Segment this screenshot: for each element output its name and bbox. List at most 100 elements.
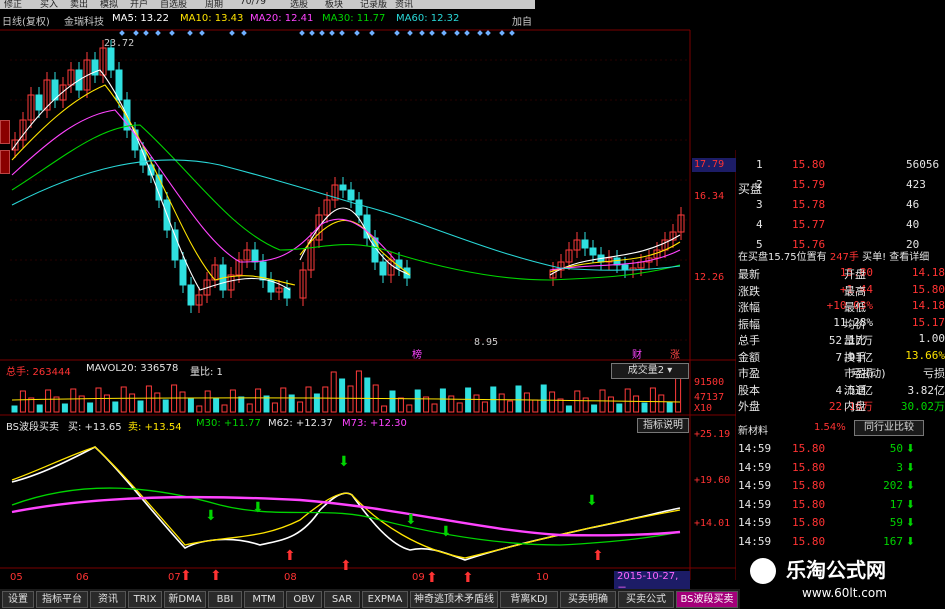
tab-9[interactable]: EXPMA [362,591,408,608]
stat-label: 最高 [844,284,866,298]
tick-row: 14:59 15.80 59 ⬇ [736,516,945,532]
arrow-down-icon: ⬇ [905,497,915,511]
sector-name[interactable]: 新材料 [738,422,768,437]
arrow-down-icon: ⬇ [338,454,350,470]
x-tick: 10 [536,572,549,583]
signal-diamond [419,30,425,36]
signal-diamond [299,30,305,36]
tab-2[interactable]: 资讯 [90,591,126,608]
price-axis-label: 12.26 [694,272,725,283]
signal-diamond [509,30,515,36]
volume-bar [271,402,278,413]
tab-8[interactable]: SAR [324,591,360,608]
marker-cai[interactable]: 财 [632,346,642,361]
volume-axis-label: 47137 [694,392,725,403]
tick-volume: 3 [896,460,903,474]
signal-diamond [485,30,491,36]
marker-zhang[interactable]: 涨 [670,346,680,361]
volume-bar [540,384,547,413]
indicator-buy: 买: +13.65 [68,422,122,433]
volume-bar [229,389,236,413]
tab-11[interactable]: 背离KDJ [500,591,558,608]
volume-bar [473,394,480,413]
tick-time: 14:59 [738,497,772,511]
notice-text[interactable]: 在买盘15.75位置有 247手 买单! 查看详细 [738,248,929,263]
volume-bar [137,400,144,413]
volume-bar [145,385,152,413]
stat-label: 股本 [738,383,760,397]
candle-body [379,261,387,276]
tab-4[interactable]: 新DMA [164,591,206,608]
indicator-header: BS波段买卖 买: +13.65 卖: +13.54 M30: +11.77 M… [0,418,610,433]
arrow-up-icon: ⬆ [592,548,604,564]
arrow-down-icon: ⬇ [905,516,915,529]
high-price-label: 23.72 [104,38,135,49]
watermark-title: 乐淘公式网 [786,558,886,582]
indicator-help-button[interactable]: 指标说明 [637,418,689,433]
signal-diamond [319,30,325,36]
signal-diamond [169,30,175,36]
tick-time: 14:59 [738,534,772,548]
tab-3[interactable]: TRIX [128,591,162,608]
candle-body [251,249,259,263]
tick-time: 14:59 [738,516,772,529]
volume-bar [582,397,589,413]
stat-label: 最低 [844,301,866,314]
tab-10[interactable]: 神奇逃顶术矛盾线 [410,591,498,608]
tab-1[interactable]: 指标平台 [36,591,88,608]
volume-bar [162,399,169,413]
volume-bar [305,386,312,413]
stat-label: 开盘 [844,268,866,281]
stat-value: 14.18 [911,299,945,312]
bid-volume: 56056 [906,158,940,171]
x-tick: 09 [412,572,425,583]
marker-bang[interactable]: 榜 [412,346,422,361]
bid-level: 2 [756,178,763,191]
volume-bar [313,393,320,413]
bid-level: 3 [756,198,763,211]
volume-bar [364,377,371,413]
tab-0[interactable]: 设置 [2,591,34,608]
tab-12[interactable]: 买卖明确 [560,591,616,608]
tick-row: 14:59 15.80 17 ⬇ [736,498,945,514]
sector-compare-button[interactable]: 同行业比较 [854,420,924,436]
bottom-tab-bar: 设置 指标平台 资讯 TRIX 新DMA BBI MTM OBV SAR EXPMA 神奇逃顶术矛盾… [0,589,740,609]
candle-body [581,239,589,249]
volume-bar [565,405,572,413]
tab-5[interactable]: BBI [208,591,242,608]
volume-bar [431,403,438,413]
stat-label: 流通 [844,383,866,397]
volume-bars [11,370,682,413]
volume-bar [557,398,564,413]
volume-bar [406,404,413,413]
volume-bar [591,404,598,413]
candle-body [589,247,597,256]
volume-bar [675,376,682,413]
tab-14[interactable]: BS波段买卖 [676,591,738,608]
signal-diamond [155,30,161,36]
volume-bar [549,391,556,413]
signal-diamond [454,30,460,36]
signal-diamond [119,30,125,36]
volume-dropdown[interactable]: 成交量2 ▾ [611,363,689,379]
volume-bar [456,402,463,413]
tab-6[interactable]: MTM [244,591,284,608]
stat-value: 3.82亿 [907,383,945,397]
volume-bar [204,390,211,413]
tab-13[interactable]: 买卖公式 [618,591,674,608]
tab-7[interactable]: OBV [286,591,322,608]
signal-diamond [394,30,400,36]
volume-bar [624,388,631,413]
stat-value: 14.18 [911,266,945,279]
stat-label: 内盘 [844,400,866,413]
candle-body [621,264,629,271]
volume-bar [330,371,337,413]
stat-value: 亏损 [923,367,945,380]
stat-label: 振幅 [738,317,760,331]
tick-row: 14:59 15.80 202 ⬇ [736,479,945,495]
volume-bar [666,401,673,413]
ma-line [11,159,681,271]
indicator-m62: M62: +12.37 [268,418,333,429]
indicator-axis-label: +14.01 [694,518,731,529]
volume-bar [255,388,262,413]
